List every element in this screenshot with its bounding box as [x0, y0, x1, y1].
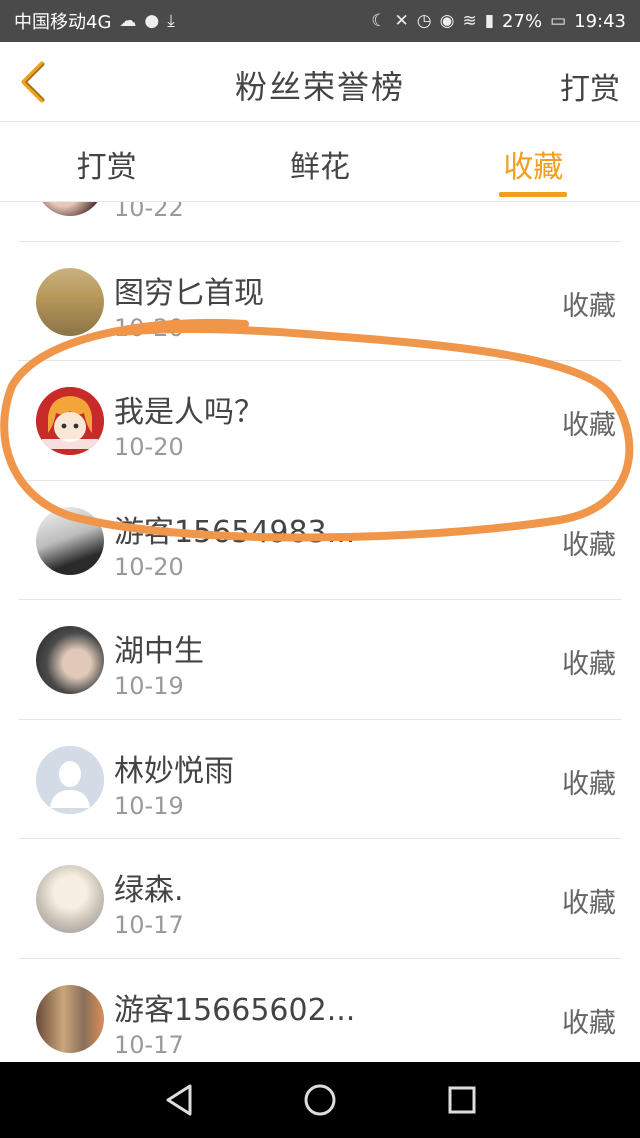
user-name: 我是人吗？ [114, 395, 264, 430]
carrier-label: 中国移动4G [14, 12, 112, 33]
item-action: 收藏 [562, 649, 616, 680]
item-action: 收藏 [562, 888, 616, 919]
item-action: 收藏 [562, 290, 616, 322]
item-action: 收藏 [562, 768, 616, 800]
item-date: 10-19 [114, 791, 184, 820]
user-name: 林妙悦雨 [114, 753, 234, 789]
battery-label: 27% [502, 10, 543, 32]
list-item[interactable]: 图穷匕首现 10-20 收藏 [18, 242, 622, 361]
user-name: 游客15665602... [114, 992, 356, 1028]
user-name: 绿森. [114, 873, 184, 908]
list-item[interactable]: 林妙悦雨 10-19 收藏 [18, 720, 622, 839]
list-item[interactable]: 绿森. 10-17 收藏 [18, 839, 622, 959]
avatar[interactable] [36, 387, 104, 455]
avatar[interactable] [36, 745, 104, 814]
default-avatar-icon [36, 745, 104, 814]
bulb-icon: ● [144, 11, 160, 31]
wifi-icon: ≋ [462, 11, 477, 31]
status-right: ☾ ✕ ◷ ◉ ≋ ▮ 27% ▭ 19:43 [371, 11, 626, 32]
alarm-icon: ◷ [416, 11, 432, 31]
mute-icon: ✕ [394, 11, 409, 31]
item-date: 10-20 [114, 433, 184, 461]
tab-flowers[interactable]: 鲜花 [213, 122, 426, 201]
anime-face-icon [36, 387, 104, 455]
eye-icon: ◉ [439, 11, 455, 31]
list-item[interactable]: 10-22 [18, 202, 622, 242]
back-triangle-icon[interactable] [160, 1080, 200, 1120]
avatar[interactable] [36, 626, 104, 694]
status-bar: 中国移动4G ☁ ● ⤓ ☾ ✕ ◷ ◉ ≋ ▮ 27% ▭ 19:43 [0, 0, 640, 42]
moon-icon: ☾ [371, 11, 387, 31]
avatar[interactable] [36, 984, 104, 1053]
item-action: 收藏 [562, 529, 616, 561]
avatar[interactable] [36, 506, 104, 575]
signal-icon: ▮ [484, 11, 495, 31]
list-item[interactable]: 游客15654983... 10-20 收藏 [18, 481, 622, 600]
battery-icon: ▭ [550, 11, 567, 31]
tab-reward[interactable]: 打赏 [0, 122, 213, 201]
clock-label: 19:43 [574, 10, 626, 32]
app-header: 粉丝荣誉榜 打赏 [0, 42, 640, 122]
fan-list[interactable]: 10-22 图穷匕首现 10-20 收藏 我是人吗？ 10-20 收藏 游客15… [0, 202, 640, 1062]
avatar[interactable] [36, 865, 104, 933]
weather-icon: ☁ [119, 11, 137, 31]
user-name: 图穷匕首现 [114, 275, 264, 311]
item-date: 10-17 [114, 1030, 184, 1059]
avatar[interactable] [36, 202, 104, 216]
tab-favorites[interactable]: 收藏 [427, 122, 640, 201]
list-item[interactable]: 我是人吗？ 10-20 收藏 [18, 361, 622, 481]
avatar[interactable] [36, 267, 104, 336]
user-name: 游客15654983... [114, 514, 356, 550]
system-nav-bar [0, 1062, 640, 1138]
item-date: 10-19 [114, 672, 184, 700]
item-date: 10-20 [114, 552, 184, 581]
page-title: 粉丝荣誉榜 [234, 68, 405, 106]
item-action: 收藏 [562, 410, 616, 441]
home-circle-icon[interactable] [300, 1080, 340, 1120]
item-date: 10-20 [114, 313, 184, 342]
item-date: 10-17 [114, 911, 184, 939]
download-icon: ⤓ [167, 11, 175, 31]
user-name: 湖中生 [114, 634, 204, 669]
status-left: 中国移动4G ☁ ● ⤓ [14, 8, 175, 34]
tab-bar: 打赏 鲜花 收藏 [0, 122, 640, 202]
recents-square-icon[interactable] [442, 1080, 482, 1120]
item-date: 10-22 [114, 202, 184, 222]
list-item[interactable]: 湖中生 10-19 收藏 [18, 600, 622, 720]
item-action: 收藏 [562, 1007, 616, 1039]
list-item[interactable]: 游客15665602... 10-17 收藏 [18, 959, 622, 1063]
reward-button[interactable]: 打赏 [560, 64, 620, 108]
